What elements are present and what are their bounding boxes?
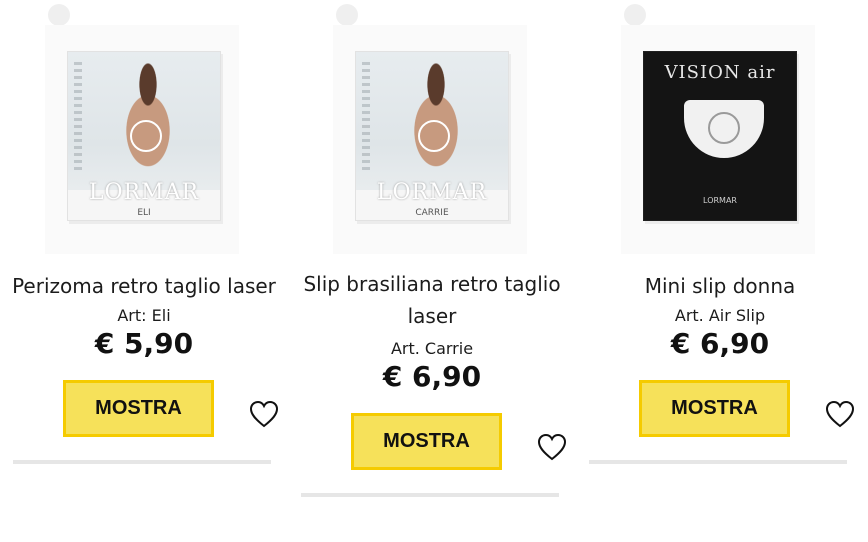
product-card: LORMAR ELI Perizoma retro taglio laser A… — [0, 0, 288, 542]
badge-circle-icon — [336, 4, 358, 26]
product-price: € 6,90 — [382, 360, 482, 393]
card-divider — [13, 460, 271, 464]
package-brand: LORMAR — [376, 180, 488, 205]
product-image[interactable]: LORMAR ELI — [45, 25, 239, 254]
badge-circle-icon — [48, 4, 70, 26]
card-divider — [301, 493, 559, 497]
show-button[interactable]: MOSTRA — [63, 380, 214, 437]
package-headline: VISION air — [664, 62, 776, 83]
package-brand: LORMAR — [703, 196, 737, 205]
product-title[interactable]: Mini slip donna — [576, 270, 864, 302]
heart-outline-icon[interactable] — [249, 400, 279, 428]
brand-logo-icon — [418, 120, 450, 152]
product-card: VISION air LORMAR Mini slip donna Art. A… — [576, 0, 864, 542]
product-image[interactable]: LORMAR CARRIE — [333, 25, 527, 254]
package-variant: CARRIE — [415, 208, 449, 218]
heart-outline-icon[interactable] — [825, 400, 855, 428]
product-image[interactable]: VISION air LORMAR — [621, 25, 815, 254]
brand-logo-icon — [708, 112, 740, 144]
product-package: LORMAR CARRIE — [355, 51, 509, 221]
product-article: Art. Carrie — [390, 339, 474, 358]
product-article: Art. Air Slip — [674, 306, 766, 325]
package-brand: LORMAR — [88, 180, 200, 205]
product-package: LORMAR ELI — [67, 51, 221, 221]
show-button[interactable]: MOSTRA — [639, 380, 790, 437]
product-title[interactable]: Perizoma retro taglio laser — [0, 270, 288, 302]
product-price: € 5,90 — [94, 327, 194, 360]
card-divider — [589, 460, 847, 464]
package-variant: ELI — [137, 208, 151, 218]
product-card: LORMAR CARRIE Slip brasiliana retro tagl… — [288, 0, 576, 542]
badge-circle-icon — [624, 4, 646, 26]
brand-logo-icon — [130, 120, 162, 152]
product-article: Art: Eli — [117, 306, 171, 325]
product-package: VISION air LORMAR — [643, 51, 797, 221]
product-title[interactable]: Slip brasiliana retro taglio laser — [288, 268, 576, 332]
show-button[interactable]: MOSTRA — [351, 413, 502, 470]
heart-outline-icon[interactable] — [537, 433, 567, 461]
product-price: € 6,90 — [670, 327, 770, 360]
